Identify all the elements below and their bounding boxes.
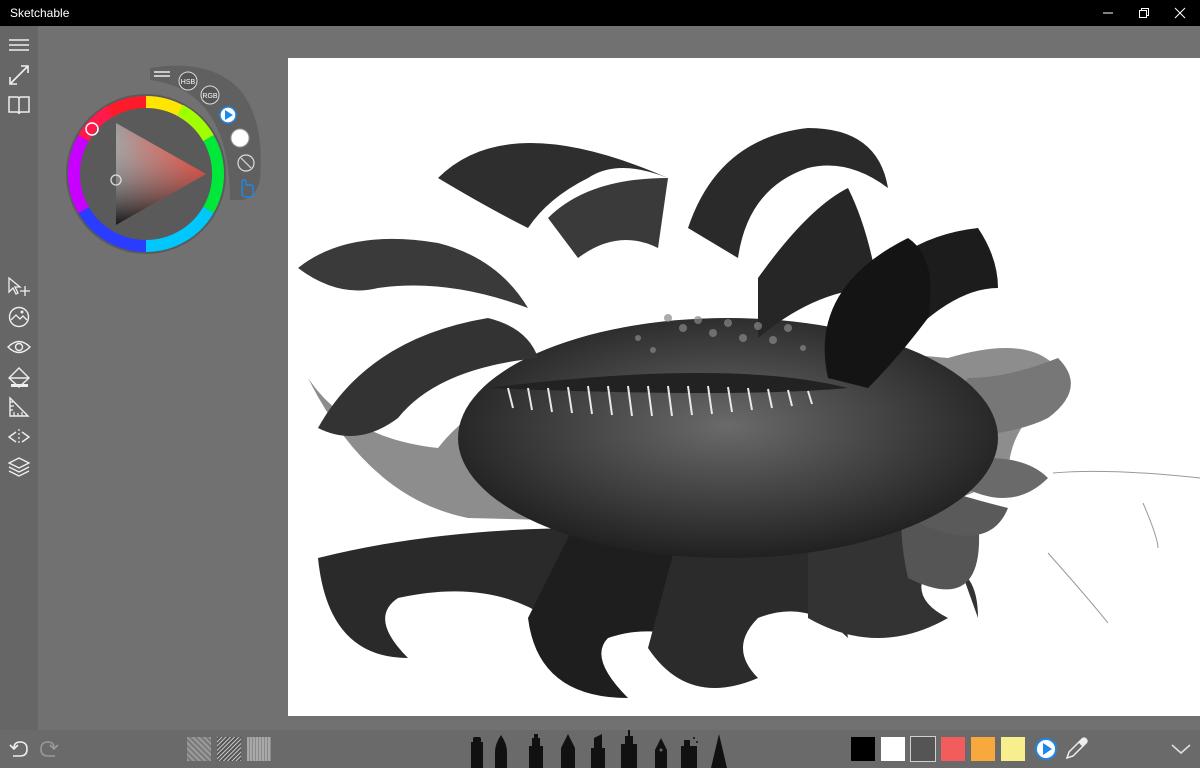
brush-tray: [471, 730, 727, 768]
expand-icon: [9, 65, 29, 85]
menu-button[interactable]: [6, 32, 32, 58]
eyedropper-icon: [1065, 737, 1088, 760]
texture-3[interactable]: [247, 737, 271, 761]
undo-icon: [9, 741, 28, 757]
play-icon: [1035, 738, 1057, 760]
symmetry-tool[interactable]: [6, 424, 32, 450]
rgb-label: RGB: [202, 93, 218, 100]
ruler-tool[interactable]: [6, 394, 32, 420]
redo-icon: [40, 741, 59, 757]
lipstick-brush[interactable]: [591, 734, 605, 768]
select-move-tool[interactable]: [6, 274, 32, 300]
close-button[interactable]: [1162, 0, 1198, 26]
hsb-mode-button[interactable]: HSB: [178, 71, 198, 91]
layers-tool[interactable]: [6, 454, 32, 480]
rgb-mode-button[interactable]: RGB: [200, 85, 220, 105]
left-toolbar: [0, 26, 38, 730]
title-bar: Sketchable: [0, 0, 1200, 26]
layers-icon: [8, 457, 30, 477]
texture-2[interactable]: [217, 737, 241, 761]
felt-pen-brush[interactable]: [529, 734, 543, 768]
creature-artwork: [298, 128, 1200, 698]
color-picker-panel: HSB RGB: [66, 65, 261, 254]
undo-button[interactable]: [8, 738, 30, 760]
restore-icon: [1139, 8, 1149, 18]
recent-colors-button[interactable]: [1034, 737, 1058, 761]
marker-brush[interactable]: [471, 737, 483, 768]
swatch-white[interactable]: [881, 737, 905, 761]
close-icon: [1174, 7, 1186, 19]
view-tool[interactable]: [6, 334, 32, 360]
bottom-toolbar: [0, 730, 1200, 768]
drawing-canvas[interactable]: [288, 58, 1200, 716]
journal-icon: [8, 96, 30, 115]
play-button[interactable]: [219, 106, 237, 124]
fullscreen-button[interactable]: [6, 62, 32, 88]
view-icon: [7, 340, 31, 354]
spray-brush[interactable]: [681, 737, 698, 768]
pencil-brush[interactable]: [561, 734, 575, 768]
minimize-button[interactable]: [1090, 0, 1126, 26]
image-tool[interactable]: [6, 304, 32, 330]
swatch-orange[interactable]: [971, 737, 995, 761]
eyedropper-button[interactable]: [1064, 737, 1088, 761]
collapse-toolbar-button[interactable]: [1170, 742, 1192, 760]
journal-button[interactable]: [6, 92, 32, 118]
ruler-icon: [9, 396, 30, 417]
ink-brush[interactable]: [495, 735, 507, 768]
select-move-icon: [8, 276, 30, 296]
fill-icon: [8, 367, 30, 388]
swatch-red[interactable]: [941, 737, 965, 761]
texture-1[interactable]: [187, 737, 211, 761]
app-title: Sketchable: [10, 6, 70, 20]
menu-icon: [9, 39, 29, 51]
fountain-pen-brush[interactable]: [655, 738, 667, 768]
hsb-label: HSB: [181, 79, 196, 86]
mirror-icon: [7, 429, 31, 445]
image-icon: [8, 306, 30, 328]
airbrush-brush[interactable]: [621, 730, 637, 768]
crayon-brush[interactable]: [711, 734, 727, 768]
fill-tool[interactable]: [6, 364, 32, 390]
chevron-down-icon: [1171, 744, 1191, 755]
restore-button[interactable]: [1126, 0, 1162, 26]
redo-button[interactable]: [38, 738, 60, 760]
swatch-gray[interactable]: [910, 736, 936, 762]
swatch-black[interactable]: [851, 737, 875, 761]
current-color-button[interactable]: [230, 128, 250, 148]
swatch-yellow[interactable]: [1001, 737, 1025, 761]
minimize-icon: [1103, 12, 1113, 14]
